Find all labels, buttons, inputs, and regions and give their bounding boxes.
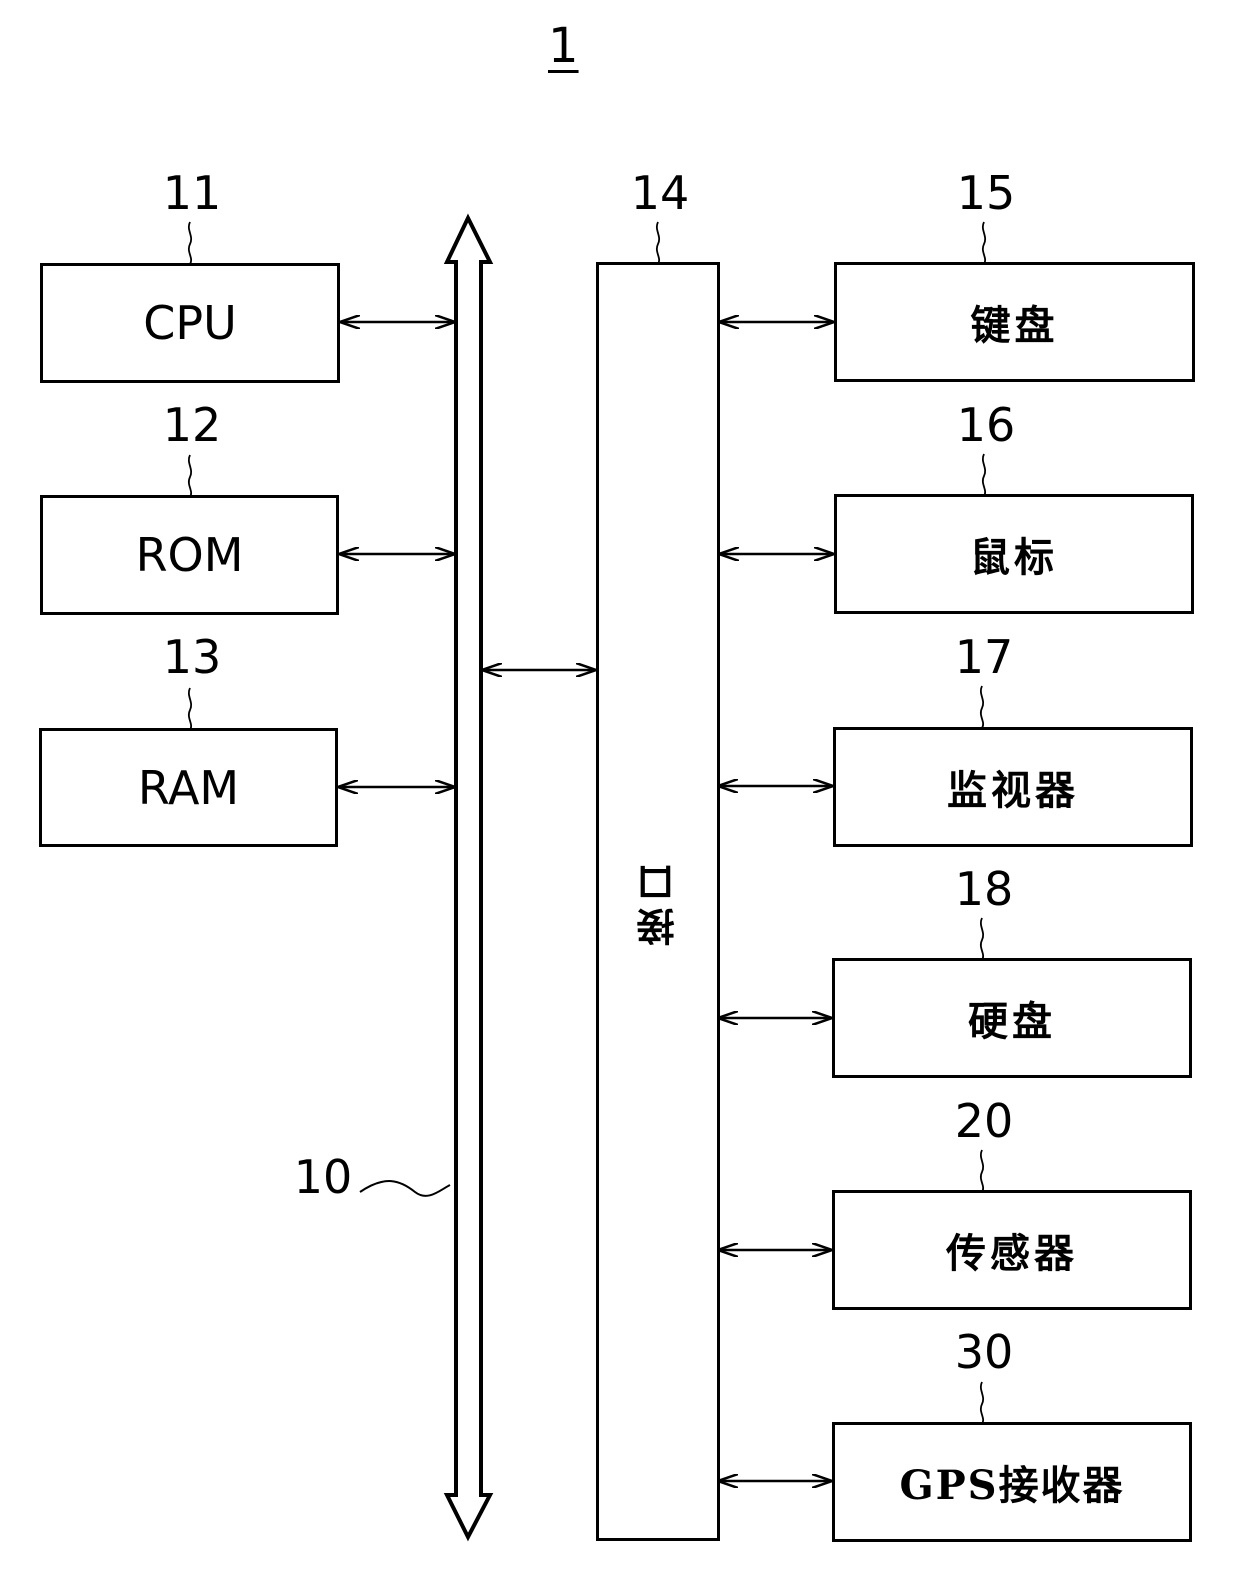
cpu-label: CPU (143, 296, 237, 350)
keyboard-ref-label: 15 (956, 166, 1016, 220)
mouse-block: 鼠标 (834, 494, 1194, 614)
rom-block: ROM (40, 495, 339, 615)
ram-block: RAM (39, 728, 338, 847)
sensor-block: 传感器 (832, 1190, 1192, 1310)
monitor-ref-label: 17 (954, 630, 1014, 684)
ram-label: RAM (137, 760, 240, 815)
ram-ref-label: 13 (162, 630, 222, 684)
harddisk-ref-label: 18 (954, 862, 1014, 916)
interface-label: 接口 (635, 857, 681, 946)
mouse-ref-label: 16 (956, 398, 1016, 452)
rom-ref-label: 12 (162, 398, 222, 452)
bus-ref-label: 10 (293, 1150, 353, 1204)
system-bus-arrow (443, 213, 494, 1542)
gps-receiver-label: GPS接收器 (899, 1462, 1125, 1509)
gps-ref-label: 30 (954, 1325, 1014, 1379)
monitor-block: 监视器 (833, 727, 1193, 847)
rom-label: ROM (135, 528, 244, 582)
gps-receiver-block: GPS接收器 (832, 1422, 1192, 1542)
mouse-label: 鼠标 (970, 534, 1058, 581)
keyboard-label: 键盘 (970, 302, 1059, 349)
bus-ref-leader (359, 1180, 451, 1197)
sensor-label: 传感器 (946, 1230, 1078, 1277)
sensor-ref-label: 20 (954, 1094, 1014, 1148)
harddisk-block: 硬盘 (832, 958, 1192, 1078)
cpu-ref-label: 11 (162, 166, 222, 220)
monitor-label: 监视器 (947, 767, 1079, 814)
interface-ref-label: 14 (630, 166, 690, 220)
interface-block: 接口 (596, 262, 720, 1541)
keyboard-block: 键盘 (834, 262, 1195, 382)
cpu-block: CPU (40, 263, 340, 383)
harddisk-label: 硬盘 (968, 998, 1056, 1045)
